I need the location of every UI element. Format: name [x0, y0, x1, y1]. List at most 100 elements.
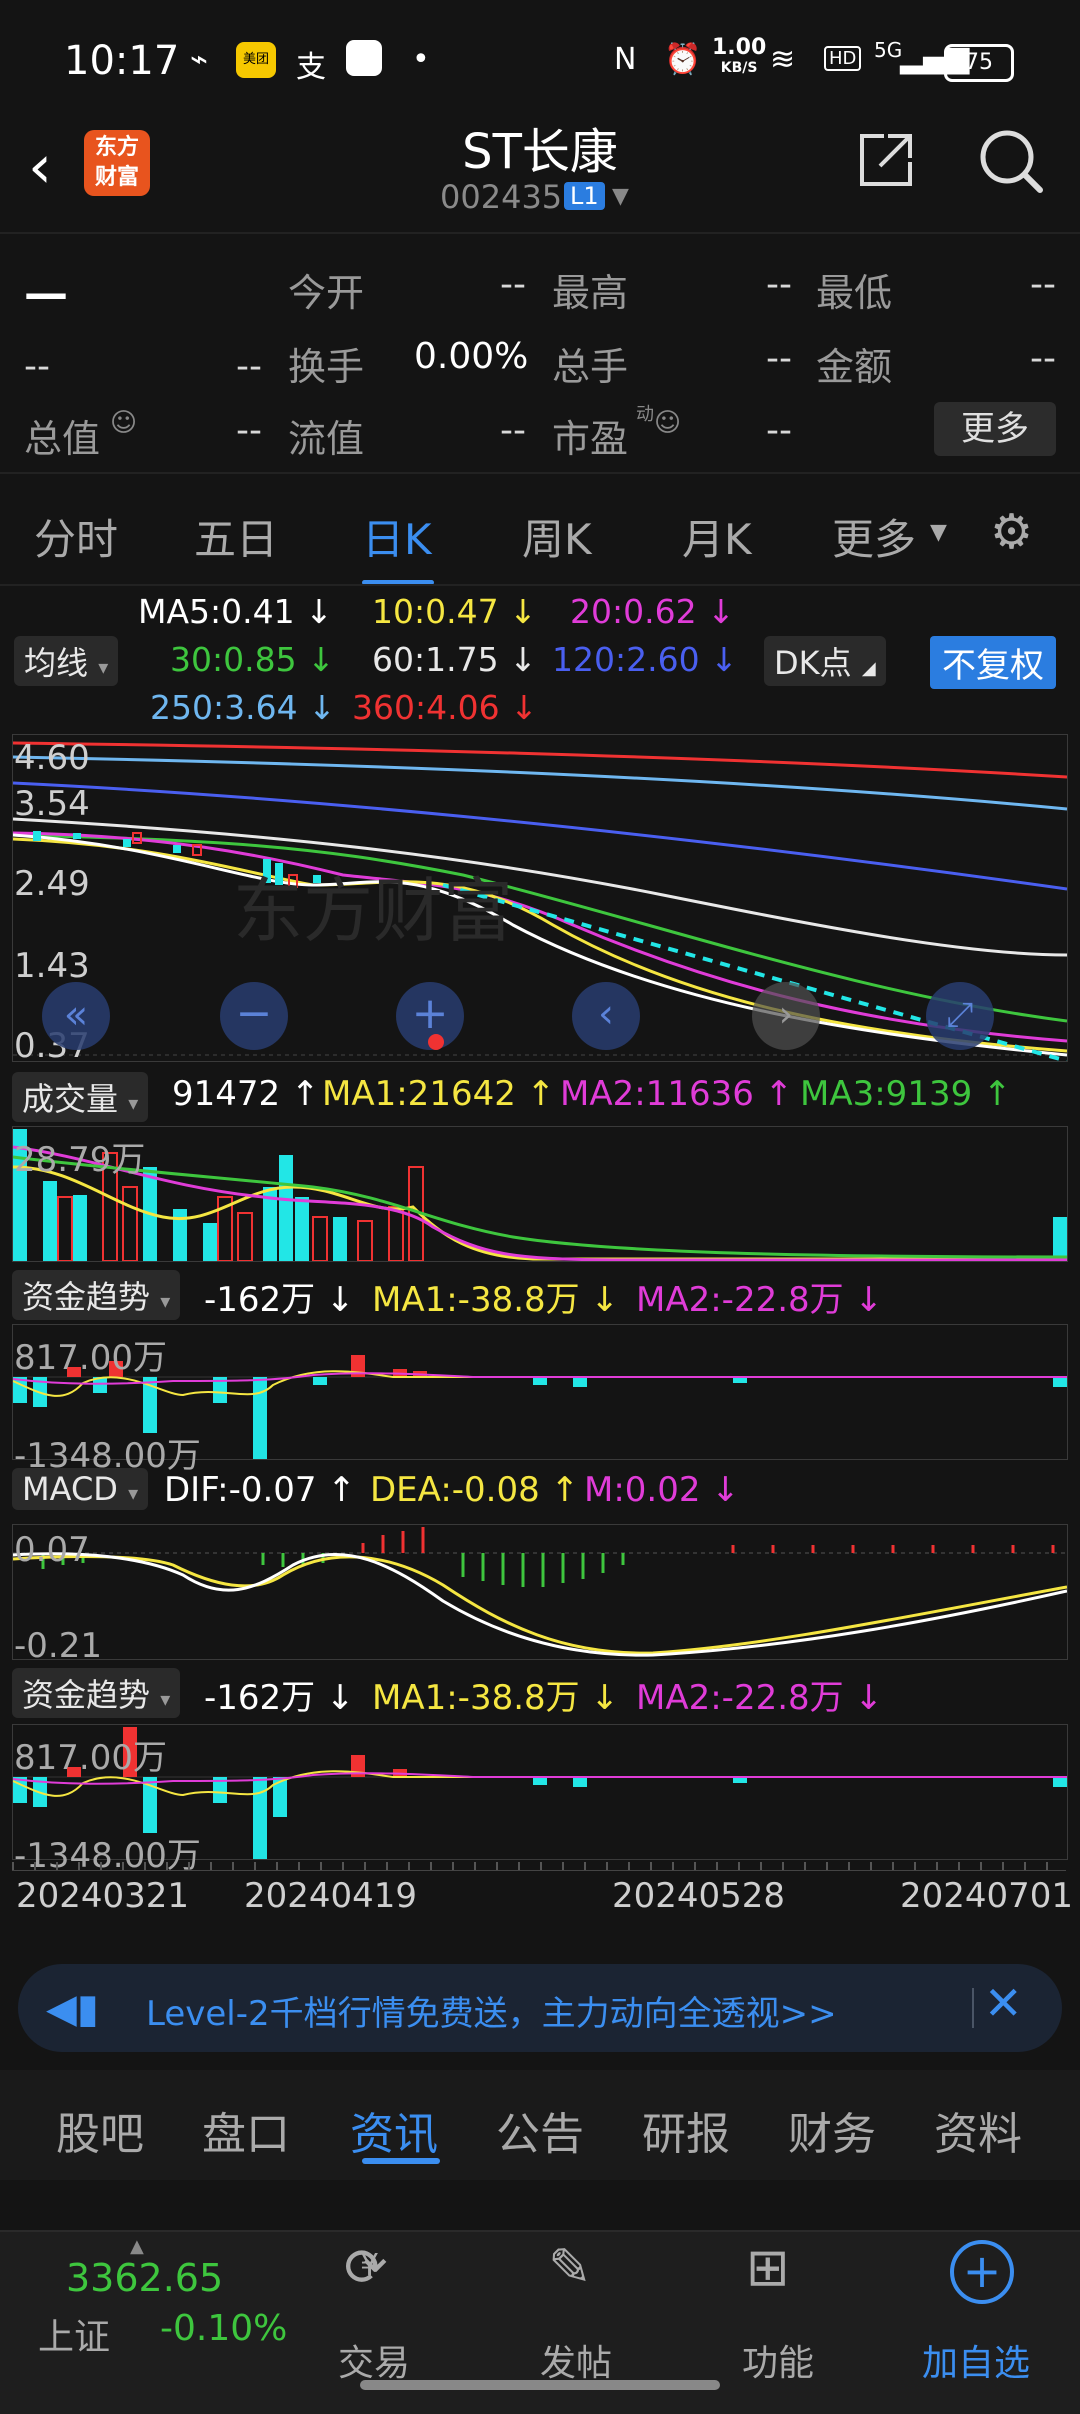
fund-trend-axis-top-2: 817.00万 [14, 1738, 167, 1778]
divider [0, 232, 1080, 234]
search-icon[interactable] [978, 128, 1044, 194]
value-volume: -- [766, 338, 792, 379]
fund-trend-selector[interactable]: 资金趋势 ▾ [12, 1270, 181, 1320]
value-turnover: 0.00% [414, 336, 529, 377]
edit-icon[interactable]: ✎ [548, 2238, 592, 2298]
index-change[interactable]: -0.10% [160, 2308, 287, 2349]
tab-daily-k[interactable]: 日K [362, 506, 432, 567]
megaphone-icon: ◀▮ [46, 1986, 99, 2032]
meituan-icon: 美团 [236, 42, 276, 78]
volume-value: 91472 ↑ [172, 1074, 320, 1114]
index-name[interactable]: 上证 [38, 2308, 110, 2360]
volume-ma2: MA2:11636 ↑ [560, 1074, 794, 1114]
fund-trend-value-2: -162万 ↓ [204, 1678, 355, 1718]
chevron-down-icon[interactable]: ▼ [612, 184, 629, 209]
fund-trend-selector-2[interactable]: 资金趋势 ▾ [12, 1668, 181, 1718]
tab-five-day[interactable]: 五日 [194, 506, 278, 567]
tab-underline [362, 2158, 440, 2164]
home-indicator[interactable] [360, 2380, 720, 2390]
current-price: — [24, 268, 68, 319]
axis-label-3: 2.49 [14, 864, 90, 904]
value-market-cap: -- [236, 410, 262, 451]
date-label-4: 20240701 [900, 1876, 1074, 1916]
macd-chart-area[interactable] [12, 1524, 1068, 1660]
nav-post[interactable]: 发帖 [540, 2334, 612, 2386]
signal-label: 5G [874, 38, 903, 62]
info-icon[interactable]: ☺ [654, 408, 681, 438]
grid-icon[interactable]: ⊞ [746, 2238, 790, 2298]
tab-news[interactable]: 资讯 [350, 2098, 438, 2162]
fullscreen-icon[interactable]: ⤢ [926, 982, 994, 1050]
nav-functions[interactable]: 功能 [742, 2334, 814, 2386]
volume-ma3: MA3:9139 ↑ [800, 1074, 1012, 1114]
macd-dif: DIF:-0.07 ↑ [164, 1470, 356, 1510]
volume-ma1: MA1:21642 ↑ [322, 1074, 556, 1114]
macd-chart [12, 1527, 1068, 1657]
tab-order-book[interactable]: 盘口 [202, 2098, 290, 2162]
tab-forum[interactable]: 股吧 [56, 2098, 144, 2162]
divider [0, 584, 1080, 586]
tab-more[interactable]: 更多 [832, 506, 916, 567]
tab-announcements[interactable]: 公告 [496, 2098, 584, 2162]
label-volume: 总手 [552, 345, 629, 389]
axis-label-4: 1.43 [14, 946, 90, 986]
fund-trend-axis-top: 817.00万 [14, 1338, 167, 1378]
close-icon[interactable]: ✕ [984, 1976, 1023, 2030]
red-dot [428, 1034, 444, 1050]
price-change: -- [24, 346, 50, 387]
more-button[interactable]: 更多 [934, 402, 1056, 456]
volume-selector[interactable]: 成交量 ▾ [12, 1072, 149, 1122]
fund-trend-value: -162万 ↓ [204, 1280, 355, 1320]
ma10-value: 10:0.47 ↓ [372, 592, 537, 631]
index-value[interactable]: 3362.65 [66, 2256, 223, 2300]
share-icon[interactable] [858, 132, 914, 188]
nav-trade[interactable]: 交易 [338, 2334, 410, 2386]
tab-profile[interactable]: 资料 [934, 2098, 1022, 2162]
tab-monthly-k[interactable]: 月K [682, 506, 752, 567]
tab-intraday[interactable]: 分时 [34, 506, 118, 567]
scroll-left-icon[interactable]: ‹ [572, 982, 640, 1050]
alipay-icon: 支 [296, 50, 326, 85]
ma-selector[interactable]: 均线 ▾ [14, 636, 119, 686]
price-change-pct: -- [236, 346, 262, 387]
kline-chart-area[interactable]: 东方财富 [12, 734, 1068, 1063]
chevron-up-icon[interactable]: ▲ [130, 2236, 144, 2257]
scroll-left-fast-icon[interactable]: « [42, 982, 110, 1050]
stock-code: 002435 [440, 178, 563, 216]
dk-point-button[interactable]: DK点 ◢ [764, 636, 886, 686]
alarm-icon: ⏰ [664, 42, 702, 77]
tab-research[interactable]: 研报 [642, 2098, 730, 2162]
dot-icon: • [412, 42, 430, 77]
ma20-value: 20:0.62 ↓ [570, 592, 735, 631]
info-icon[interactable]: ☺ [110, 408, 137, 438]
label-open: 今开 [288, 271, 365, 315]
date-label-2: 20240419 [244, 1876, 418, 1916]
scroll-right-icon[interactable]: › [752, 982, 820, 1050]
plus-circle-icon[interactable]: + [950, 2240, 1014, 2304]
axis-label-2: 3.54 [14, 784, 90, 824]
chevron-down-icon: ▼ [930, 520, 947, 545]
nfc-icon: N [614, 42, 637, 77]
hd-icon: HD [824, 46, 862, 71]
adjust-mode-button[interactable]: 不复权 [930, 636, 1056, 689]
macd-selector[interactable]: MACD ▾ [12, 1468, 149, 1510]
ma120-value: 120:2.60 ↓ [552, 640, 738, 679]
tab-finance[interactable]: 财务 [788, 2098, 876, 2162]
stock-title: ST长康 [462, 124, 618, 180]
gear-icon[interactable]: ⚙ [990, 504, 1033, 560]
nav-add-watchlist[interactable]: 加自选 [922, 2334, 1030, 2386]
banner-text[interactable]: Level-2千档行情免费送，主力动向全透视>> [146, 1986, 837, 2035]
label-float-cap: 流值 [288, 417, 365, 461]
ma60-value: 60:1.75 ↓ [372, 640, 537, 679]
tab-weekly-k[interactable]: 周K [522, 506, 592, 567]
volume-chart-area[interactable] [12, 1126, 1068, 1262]
level-badge[interactable]: L1 [564, 182, 605, 210]
label-high: 最高 [552, 271, 629, 315]
ma360-value: 360:4.06 ↓ [352, 688, 538, 727]
notification-icon: ⌁ [190, 42, 209, 77]
fund-trend-ma1-2: MA1:-38.8万 ↓ [372, 1678, 619, 1718]
value-low: -- [1030, 264, 1056, 305]
label-pe: 市盈 [552, 417, 629, 461]
macd-dea: DEA:-0.08 ↑ [370, 1470, 580, 1510]
zoom-out-icon[interactable]: − [220, 982, 288, 1050]
